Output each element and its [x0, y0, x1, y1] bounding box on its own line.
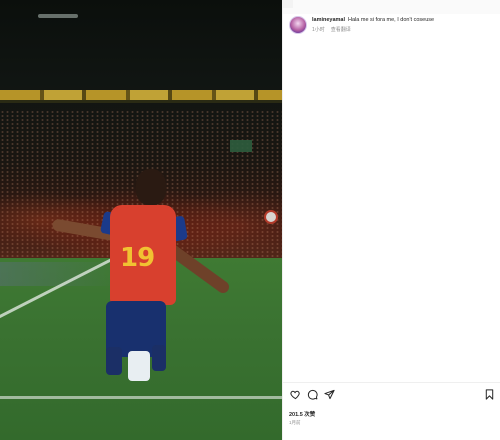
caption-meta: 1小时 查看翻译: [312, 26, 434, 33]
post-view: 19 lamineyamal Hala me si fora me, I don'…: [0, 0, 500, 440]
player-leg: [106, 347, 122, 375]
header-edge: [283, 0, 293, 8]
caption-body: lamineyamal Hala me si fora me, I don't c…: [312, 16, 434, 33]
scoreboard: [230, 140, 252, 152]
ad-board: [0, 90, 282, 100]
post-photo[interactable]: 19: [0, 0, 282, 440]
caption-timestamp: 1小时: [312, 27, 325, 33]
caption: lamineyamal Hala me si fora me, I don't c…: [289, 16, 497, 34]
post-header: [283, 0, 500, 14]
jersey-number: 19: [120, 243, 155, 273]
post-side-panel: lamineyamal Hala me si fora me, I don't c…: [282, 0, 500, 440]
post-date: 1月前: [289, 420, 301, 425]
likes-count[interactable]: 201.5 次赞: [289, 410, 315, 418]
pitch-line: [0, 396, 282, 399]
comment-icon[interactable]: [306, 388, 318, 400]
player-figure: 19: [40, 165, 250, 390]
round-sign: [264, 210, 278, 224]
caption-text: Hala me si fora me, I don't coseuse: [348, 17, 435, 23]
divider: [283, 382, 500, 383]
heart-icon[interactable]: [289, 388, 301, 400]
player-boot: [128, 351, 150, 381]
see-translation-link[interactable]: 查看翻译: [331, 27, 351, 33]
bookmark-icon[interactable]: [483, 388, 495, 400]
avatar[interactable]: [289, 16, 307, 34]
caption-username[interactable]: lamineyamal: [312, 17, 345, 23]
floodlight: [38, 14, 78, 18]
action-bar: [289, 388, 497, 402]
share-icon[interactable]: [323, 388, 335, 400]
player-head: [136, 169, 166, 205]
player-leg: [152, 345, 166, 371]
ad-board-edge: [0, 100, 282, 103]
